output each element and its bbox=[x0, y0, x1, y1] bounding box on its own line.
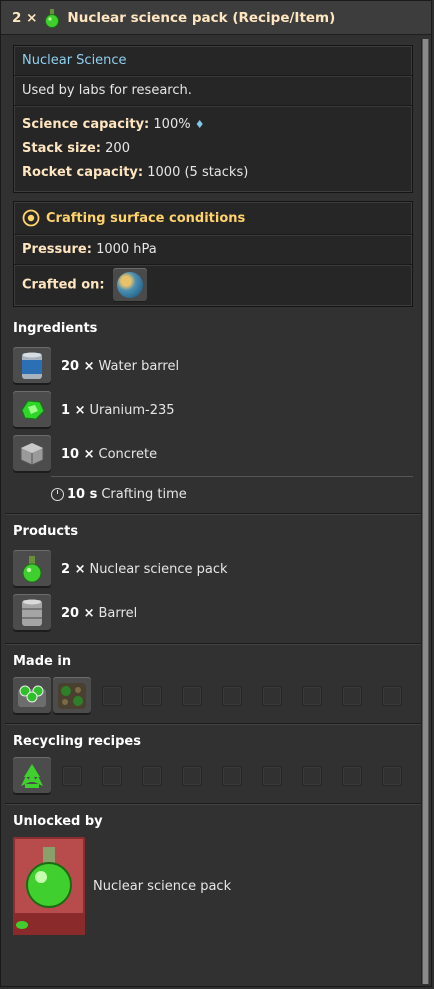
recycling-icon[interactable] bbox=[13, 757, 51, 795]
unlocked-by-title: Unlocked by bbox=[13, 814, 103, 829]
item-description: Used by labs for research. bbox=[22, 83, 192, 98]
assembling-machine-icon[interactable] bbox=[13, 677, 51, 715]
pressure-row: Pressure: 1000 hPa bbox=[14, 235, 412, 265]
recipe-tooltip: 2 × Nuclear science pack (Recipe/Item) N… bbox=[0, 0, 432, 987]
cryogenic-plant-icon[interactable] bbox=[53, 677, 91, 715]
crafted-on-label: Crafted on: bbox=[22, 277, 105, 293]
empty-slot bbox=[173, 677, 211, 715]
products-section: Products 2 × Nuclear science pack 20 × B… bbox=[5, 514, 421, 644]
clock-icon bbox=[51, 487, 64, 501]
ingredient-qty: 1 × bbox=[61, 402, 86, 418]
empty-slot bbox=[293, 677, 331, 715]
item-stats-row: Science capacity: 100% ♦ Stack size: 200… bbox=[14, 106, 412, 192]
made-in-section: Made in bbox=[5, 644, 421, 724]
empty-slot bbox=[253, 757, 291, 795]
water-barrel-icon[interactable] bbox=[13, 347, 51, 385]
nauvis-planet-icon[interactable] bbox=[112, 268, 147, 302]
product-name: Nuclear science pack bbox=[89, 561, 228, 577]
crafted-on-row: Crafted on: bbox=[14, 265, 412, 306]
item-category[interactable]: Nuclear Science bbox=[22, 53, 127, 68]
empty-slot bbox=[373, 757, 411, 795]
tooltip-scrollbar[interactable] bbox=[421, 39, 429, 984]
ingredient-row[interactable]: 1 × Uranium-235 bbox=[13, 388, 413, 432]
tooltip-title-bar: 2 × Nuclear science pack (Recipe/Item) bbox=[1, 1, 431, 35]
made-in-slots bbox=[13, 677, 413, 715]
ingredient-qty: 20 × bbox=[61, 358, 95, 374]
empty-slot bbox=[173, 757, 211, 795]
ingredient-row[interactable]: 10 × Concrete bbox=[13, 432, 413, 476]
quality-diamond-icon: ♦ bbox=[194, 118, 205, 131]
empty-slot bbox=[213, 677, 251, 715]
empty-slot bbox=[133, 677, 171, 715]
recycling-section: Recycling recipes bbox=[5, 724, 421, 804]
title-count: 2 × bbox=[12, 10, 38, 26]
pressure-value: 1000 hPa bbox=[96, 242, 157, 257]
surface-conditions-frame: Crafting surface conditions Pressure: 10… bbox=[13, 201, 413, 307]
products-title: Products bbox=[13, 524, 79, 539]
nuclear-science-pack-icon[interactable] bbox=[13, 550, 51, 588]
empty-slot bbox=[333, 757, 371, 795]
empty-slot bbox=[333, 677, 371, 715]
ingredient-name: Concrete bbox=[98, 446, 158, 462]
surface-conditions-icon bbox=[22, 209, 40, 227]
empty-slot bbox=[293, 757, 331, 795]
uranium-235-icon[interactable] bbox=[13, 391, 51, 429]
ingredient-row[interactable]: 20 × Water barrel bbox=[13, 344, 413, 388]
stack-size-value: 200 bbox=[105, 141, 130, 156]
nuclear-science-pack-technology-icon[interactable] bbox=[13, 837, 85, 935]
barrel-icon[interactable] bbox=[13, 594, 51, 632]
scrollbar-thumb[interactable] bbox=[423, 39, 428, 984]
surface-conditions-title: Crafting surface conditions bbox=[46, 210, 246, 226]
ingredient-name: Water barrel bbox=[98, 358, 180, 374]
science-capacity-value: 100% bbox=[153, 117, 191, 132]
rocket-capacity-value: 1000 (5 stacks) bbox=[147, 165, 249, 180]
recycling-slots bbox=[13, 757, 413, 795]
science-capacity-label: Science capacity: bbox=[22, 117, 150, 132]
crafting-time-value: 10 s bbox=[67, 486, 98, 502]
ingredient-qty: 10 × bbox=[61, 446, 95, 462]
pressure-label: Pressure: bbox=[22, 242, 92, 257]
empty-slot bbox=[253, 677, 291, 715]
product-row[interactable]: 20 × Barrel bbox=[13, 591, 413, 635]
item-info-frame: Nuclear Science Used by labs for researc… bbox=[13, 45, 413, 193]
concrete-icon[interactable] bbox=[13, 435, 51, 473]
rocket-capacity: Rocket capacity: 1000 (5 stacks) bbox=[22, 161, 404, 185]
empty-slot bbox=[53, 757, 91, 795]
surface-conditions-header: Crafting surface conditions bbox=[14, 202, 412, 235]
made-in-title: Made in bbox=[13, 654, 72, 669]
product-row[interactable]: 2 × Nuclear science pack bbox=[13, 547, 413, 591]
empty-slot bbox=[93, 677, 131, 715]
stack-size-label: Stack size: bbox=[22, 141, 102, 156]
ingredients-title: Ingredients bbox=[13, 321, 98, 336]
empty-slot bbox=[93, 757, 131, 795]
nuclear-science-pack-icon bbox=[45, 9, 60, 28]
product-qty: 20 × bbox=[61, 605, 95, 621]
item-category-row: Nuclear Science bbox=[14, 46, 412, 76]
tooltip-body: Nuclear Science Used by labs for researc… bbox=[5, 39, 421, 984]
ingredients-section: Ingredients 20 × Water barrel 1 × Uraniu… bbox=[5, 311, 421, 514]
stack-size: Stack size: 200 bbox=[22, 137, 404, 161]
science-capacity: Science capacity: 100% ♦ bbox=[22, 113, 404, 137]
unlocked-by-row[interactable]: Nuclear science pack bbox=[13, 837, 413, 935]
empty-slot bbox=[213, 757, 251, 795]
empty-slot bbox=[373, 677, 411, 715]
crafting-time: 10 s Crafting time bbox=[51, 476, 413, 505]
recycling-title: Recycling recipes bbox=[13, 734, 141, 749]
item-description-row: Used by labs for research. bbox=[14, 76, 412, 106]
unlocked-by-name: Nuclear science pack bbox=[93, 878, 232, 894]
crafting-time-label: Crafting time bbox=[101, 486, 187, 502]
unlocked-by-section: Unlocked by Nuclear science pack bbox=[5, 804, 421, 943]
tooltip-title: Nuclear science pack (Recipe/Item) bbox=[67, 10, 336, 26]
rocket-capacity-label: Rocket capacity: bbox=[22, 165, 144, 180]
ingredient-name: Uranium-235 bbox=[89, 402, 175, 418]
product-name: Barrel bbox=[98, 605, 138, 621]
product-qty: 2 × bbox=[61, 561, 86, 577]
empty-slot bbox=[133, 757, 171, 795]
